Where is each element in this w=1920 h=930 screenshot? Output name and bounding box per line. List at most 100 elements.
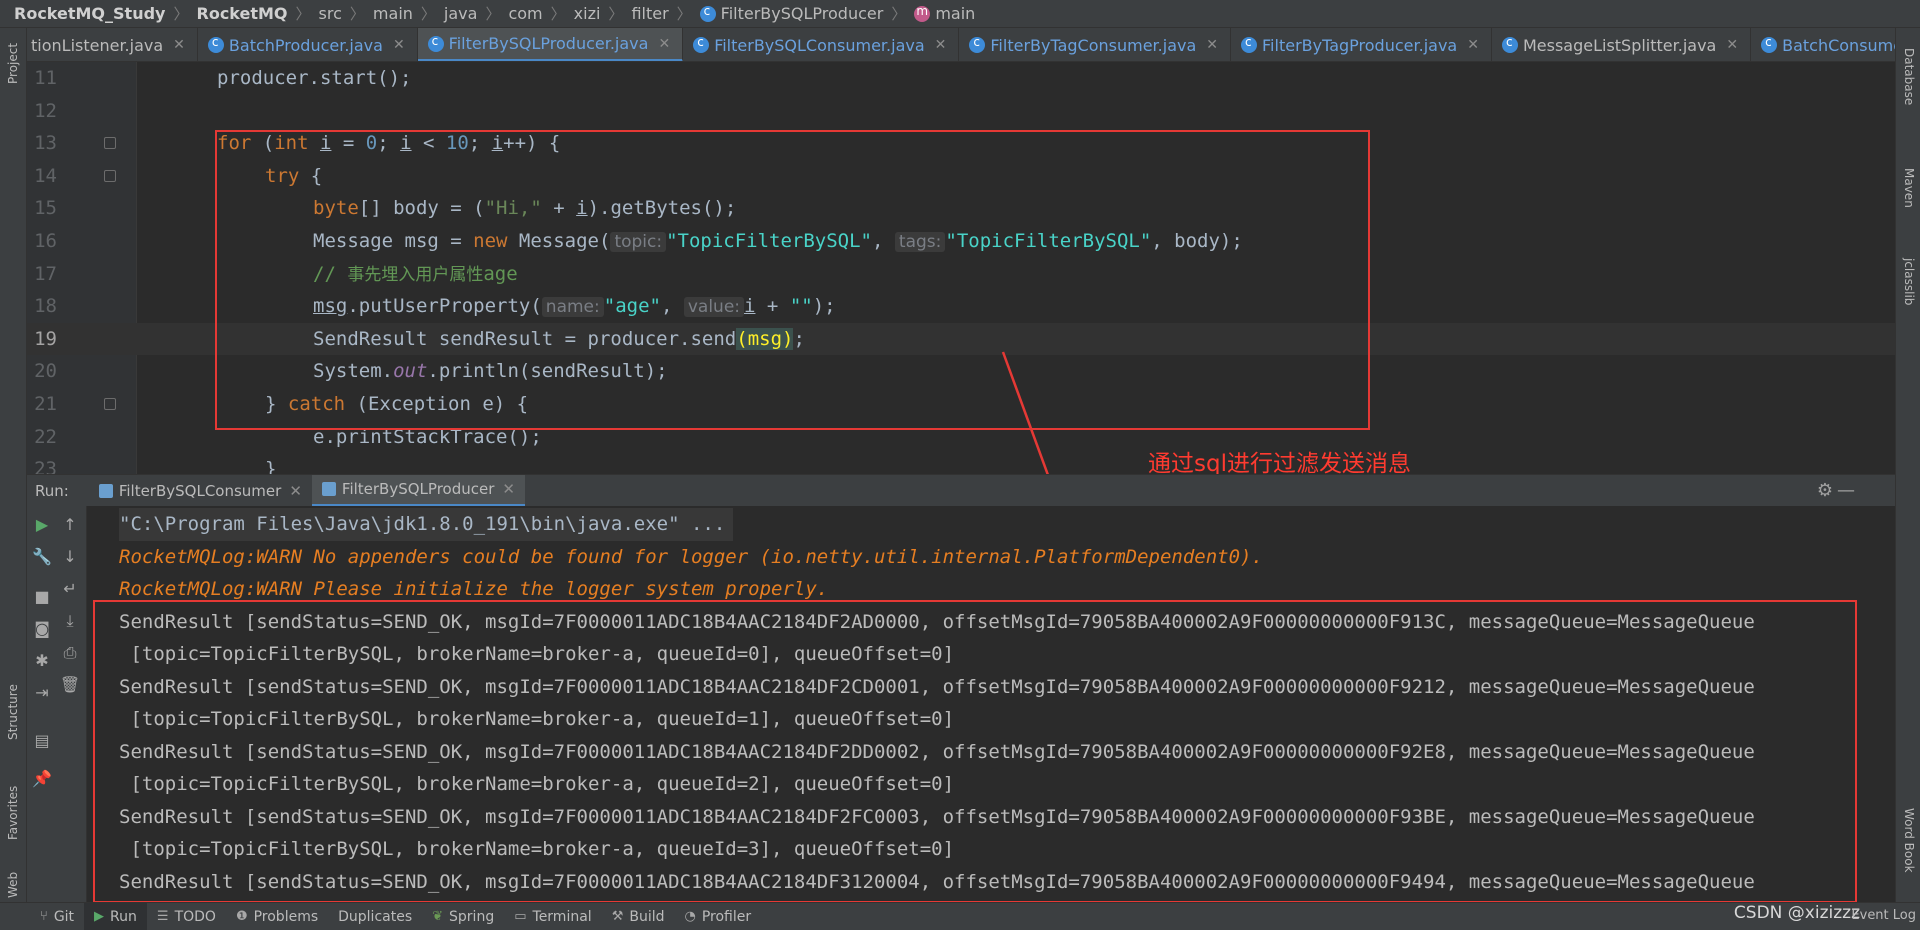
fold-icon[interactable]: [104, 169, 116, 182]
code-line[interactable]: 11 producer.start();: [27, 62, 1895, 95]
close-icon[interactable]: ✕: [1206, 37, 1218, 53]
tab-label: BatchProducer.java: [228, 35, 383, 55]
editor-tab-active[interactable]: FilterBySQLProducer.java ✕: [417, 28, 684, 61]
trash-icon[interactable]: 🗑: [59, 674, 81, 696]
pin-icon[interactable]: 📌: [31, 768, 53, 790]
structure-tool-tab[interactable]: Structure: [6, 684, 20, 740]
profiler-icon: ◔: [684, 909, 696, 924]
todo-tool-button[interactable]: ☰ TODO: [147, 903, 226, 930]
line-number: 13: [34, 132, 57, 155]
list-icon: ☰: [156, 909, 169, 924]
soft-wrap-icon[interactable]: ↵: [59, 578, 81, 600]
stop-icon[interactable]: ■: [31, 586, 53, 608]
chevron-right-icon: 〉: [676, 5, 692, 23]
close-icon[interactable]: ✕: [173, 37, 185, 53]
close-icon[interactable]: ✕: [658, 36, 670, 52]
debug-icon[interactable]: ✱: [31, 650, 53, 672]
jclasslib-tool-tab[interactable]: jclasslib: [1902, 258, 1916, 305]
database-tool-tab[interactable]: Database: [1902, 48, 1916, 105]
right-tool-strip: Database Maven jclasslib Word Book: [1895, 28, 1920, 902]
leaf-icon: ❦: [432, 909, 444, 924]
close-icon[interactable]: ✕: [502, 480, 515, 498]
editor-tab[interactable]: FilterBySQLConsumer.java ✕: [683, 28, 960, 61]
breadcrumb-module[interactable]: RocketMQ: [197, 4, 288, 23]
arrow-up-icon[interactable]: ↑: [59, 514, 81, 536]
layout-icon[interactable]: ▤: [31, 730, 53, 752]
duplicates-tool-button[interactable]: Duplicates: [328, 903, 422, 930]
tab-label: FilterByTagProducer.java: [1262, 35, 1458, 55]
git-tool-button[interactable]: ⑂ Git: [30, 903, 84, 930]
breadcrumb-class[interactable]: FilterBySQLProducer: [721, 4, 884, 23]
terminal-tool-button[interactable]: ▭ Terminal: [504, 903, 601, 930]
breadcrumb-filter[interactable]: filter: [631, 4, 668, 23]
camera-icon[interactable]: ◙: [31, 618, 53, 640]
breadcrumb-xizi[interactable]: xizi: [574, 4, 601, 23]
profiler-tool-button[interactable]: ◔ Profiler: [675, 903, 762, 930]
chevron-right-icon: 〉: [550, 5, 566, 23]
class-icon: [427, 34, 444, 52]
editor-tab[interactable]: MessageListSplitter.java ✕: [1492, 28, 1752, 61]
line-number: 15: [34, 197, 57, 220]
line-number: 23: [34, 458, 57, 474]
breadcrumb-main[interactable]: main: [373, 4, 413, 23]
exit-icon[interactable]: ⇥: [31, 682, 53, 704]
tab-label: FilterBySQLConsumer.java: [714, 35, 925, 55]
breadcrumb: RocketMQ_Study 〉 RocketMQ 〉 src 〉 main 〉 jav…: [0, 0, 1920, 28]
breadcrumb-com[interactable]: com: [508, 4, 542, 23]
breadcrumb-src[interactable]: src: [319, 4, 342, 23]
run-config-icon: [321, 482, 336, 496]
editor-tab[interactable]: tionListener.java ✕: [27, 28, 198, 61]
close-icon[interactable]: ✕: [1726, 37, 1738, 53]
wrench-icon[interactable]: 🔧: [31, 546, 53, 568]
close-icon[interactable]: ✕: [1467, 37, 1479, 53]
web-tool-tab[interactable]: Web: [6, 872, 20, 898]
line-number: 17: [34, 262, 57, 285]
event-log-button[interactable]: Event Log: [1851, 908, 1916, 923]
chevron-right-icon: 〉: [891, 5, 907, 23]
line-number: 11: [34, 67, 57, 89]
editor-tab[interactable]: FilterByTagConsumer.java ✕: [959, 28, 1232, 61]
word-book-tool-tab[interactable]: Word Book: [1902, 808, 1916, 873]
build-tool-button[interactable]: ⚒ Build: [602, 903, 675, 930]
fold-icon[interactable]: [104, 398, 116, 410]
class-icon: [1241, 35, 1258, 53]
editor-tab[interactable]: FilterByTagProducer.java ✕: [1231, 28, 1492, 61]
rerun-icon[interactable]: ▶: [31, 514, 53, 536]
favorites-tool-tab[interactable]: Favorites: [6, 786, 20, 840]
arrow-down-icon[interactable]: ↓: [59, 546, 81, 568]
run-tab-active[interactable]: FilterBySQLProducer ✕: [311, 474, 525, 507]
close-icon[interactable]: ✕: [393, 37, 405, 53]
spring-tool-button[interactable]: ❦ Spring: [422, 903, 504, 930]
scroll-to-end-icon[interactable]: ⤓: [59, 610, 81, 632]
close-icon[interactable]: ✕: [935, 37, 947, 53]
class-icon: [1501, 35, 1518, 53]
highlight-box-code: [215, 130, 1370, 430]
problems-tool-button[interactable]: ❶ Problems: [226, 903, 328, 930]
breadcrumb-method[interactable]: main: [935, 4, 975, 23]
tab-label: MessageListSplitter.java: [1522, 35, 1717, 55]
run-toolbar: ▶ ↑ 🔧 ↓ ↵ ■ ⤓ ◙ ⎙ ✱ 🗑 ⇥ ▤ 📌: [27, 506, 87, 902]
print-icon[interactable]: ⎙: [59, 642, 81, 664]
annotation-text: 通过sql进行过滤发送消息: [1148, 451, 1411, 477]
run-tab[interactable]: FilterBySQLConsumer ✕: [89, 475, 312, 507]
run-tool-button[interactable]: ▶ Run: [84, 902, 147, 930]
fold-icon[interactable]: [104, 137, 116, 150]
code-line[interactable]: 12: [27, 95, 1895, 128]
hammer-icon: ⚒: [611, 909, 624, 924]
chevron-right-icon: 〉: [608, 5, 624, 23]
line-number: 19: [34, 327, 57, 350]
console-line-command: "C:\Program Files\Java\jdk1.8.0_191\bin\…: [119, 508, 734, 541]
code-line[interactable]: 23 }: [27, 453, 1895, 474]
console-line-warning: RocketMQLog:WARN No appenders could be f…: [119, 545, 1263, 568]
project-tool-tab[interactable]: Project: [6, 43, 20, 84]
close-icon[interactable]: ✕: [289, 482, 302, 500]
editor-tab[interactable]: BatchProducer.java ✕: [198, 28, 418, 61]
editor-tab[interactable]: BatchConsumer.java✕: [1751, 28, 1895, 61]
breadcrumb-project[interactable]: RocketMQ_Study: [14, 4, 165, 23]
minimize-icon[interactable]: —: [1837, 480, 1855, 501]
line-number: 21: [34, 393, 57, 415]
gear-icon[interactable]: ⚙: [1817, 480, 1833, 501]
class-icon: [1761, 35, 1778, 53]
breadcrumb-java[interactable]: java: [444, 4, 478, 23]
maven-tool-tab[interactable]: Maven: [1902, 168, 1916, 208]
